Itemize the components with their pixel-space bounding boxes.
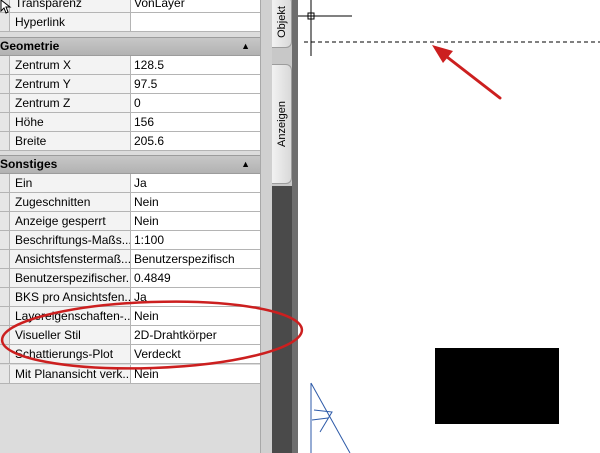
collapse-triangle-icon[interactable]: ▲ [241,156,250,173]
property-name: Benutzerspezifischer... [10,269,131,287]
property-name: Mit Planansicht verk... [10,365,131,383]
property-name: Hyperlink [10,13,131,31]
property-row-transparenz[interactable]: Transparenz VonLayer [0,0,260,13]
tab-label: Anzeigen [275,101,288,147]
tab-strip-dark-area [272,186,292,453]
property-row-ansichtsfenster-mass[interactable]: Ansichtsfenstermaß... Benutzerspezifisch [0,250,260,269]
property-value[interactable]: 156 [131,113,260,131]
section-header-sonstiges[interactable]: Sonstiges ▲ [0,155,260,174]
row-gutter [0,307,10,325]
row-gutter [0,193,10,211]
row-gutter [0,326,10,344]
tab-anzeigen[interactable]: Anzeigen [272,64,292,184]
palette-scrollbar[interactable] [260,0,272,453]
collapse-triangle-icon[interactable]: ▲ [241,38,250,55]
property-row-benutzerspezifischer[interactable]: Benutzerspezifischer... 0.4849 [0,269,260,288]
tab-objekt[interactable]: Objekt [272,0,292,48]
property-name: Ansichtsfenstermaß... [10,250,131,268]
tab-label: Objekt [275,6,288,38]
property-value[interactable]: Nein [131,307,260,325]
row-gutter [0,231,10,249]
section-title: Sonstiges [0,157,58,171]
property-row-breite[interactable]: Breite 205.6 [0,132,260,151]
row-gutter [0,288,10,306]
property-value[interactable]: Nein [131,365,260,383]
property-name: Schattierungs-Plot [10,345,131,363]
property-name: BKS pro Ansichtsfen... [10,288,131,306]
property-name: Zentrum Z [10,94,131,112]
property-name: Ein [10,174,131,192]
property-row-schattierungs-plot[interactable]: Schattierungs-Plot Verdeckt [0,345,260,364]
row-gutter [0,113,10,131]
section-title: Geometrie [0,39,60,53]
property-row-zentrum-y[interactable]: Zentrum Y 97.5 [0,75,260,94]
property-row-zentrum-z[interactable]: Zentrum Z 0 [0,94,260,113]
row-gutter [0,56,10,74]
property-value[interactable]: Benutzerspezifisch [131,250,260,268]
property-name: Breite [10,132,131,150]
row-gutter [0,94,10,112]
property-value[interactable]: 205.6 [131,132,260,150]
red-annotation-arrow-icon [432,45,502,100]
row-gutter [0,250,10,268]
property-name: Layereigenschaften-... [10,307,131,325]
crosshair-cursor-icon [298,0,352,56]
property-value[interactable]: 128.5 [131,56,260,74]
property-value[interactable]: Ja [131,174,260,192]
row-gutter [0,75,10,93]
row-gutter [0,132,10,150]
section-header-geometrie[interactable]: Geometrie ▲ [0,37,260,56]
arrow-cursor-icon [0,0,12,14]
property-name: Zentrum X [10,56,131,74]
row-gutter [0,174,10,192]
row-gutter [0,345,10,363]
drawing-canvas[interactable] [298,0,600,453]
property-value[interactable]: 0 [131,94,260,112]
property-row-hoehe[interactable]: Höhe 156 [0,113,260,132]
property-value[interactable]: Nein [131,212,260,230]
property-row-zugeschnitten[interactable]: Zugeschnitten Nein [0,193,260,212]
property-value[interactable]: VonLayer [131,0,260,12]
blue-drawing-lines [310,382,351,453]
property-row-anzeige-gesperrt[interactable]: Anzeige gesperrt Nein [0,212,260,231]
row-gutter [0,212,10,230]
property-name: Zentrum Y [10,75,131,93]
property-name: Zugeschnitten [10,193,131,211]
property-row-hyperlink[interactable]: Hyperlink [0,13,260,32]
property-row-ein[interactable]: Ein Ja [0,174,260,193]
property-value[interactable]: 2D-Drahtkörper [131,326,260,344]
property-row-bks-ansichtsfenster[interactable]: BKS pro Ansichtsfen... Ja [0,288,260,307]
black-filled-rectangle[interactable] [435,348,559,424]
property-value[interactable]: Ja [131,288,260,306]
property-row-beschriftungs-mass[interactable]: Beschriftungs-Maßs... 1:100 [0,231,260,250]
property-name: Anzeige gesperrt [10,212,131,230]
property-name: Beschriftungs-Maßs... [10,231,131,249]
property-name: Transparenz [10,0,131,12]
properties-palette: Transparenz VonLayer Hyperlink Geometrie… [0,0,272,453]
property-row-zentrum-x[interactable]: Zentrum X 128.5 [0,56,260,75]
property-row-planansicht[interactable]: Mit Planansicht verk... Nein [0,365,260,384]
row-gutter [0,13,10,31]
row-gutter [0,365,10,383]
property-row-layereigenschaften[interactable]: Layereigenschaften-... Nein [0,307,260,326]
property-value[interactable]: 0.4849 [131,269,260,287]
property-value[interactable]: 97.5 [131,75,260,93]
row-gutter [0,269,10,287]
property-name: Visueller Stil [10,326,131,344]
property-value[interactable] [131,13,260,31]
property-name: Höhe [10,113,131,131]
property-value[interactable]: Verdeckt [131,345,260,363]
property-value[interactable]: Nein [131,193,260,211]
palette-empty-area [0,384,260,453]
property-value[interactable]: 1:100 [131,231,260,249]
property-row-visueller-stil[interactable]: Visueller Stil 2D-Drahtkörper [0,326,260,345]
